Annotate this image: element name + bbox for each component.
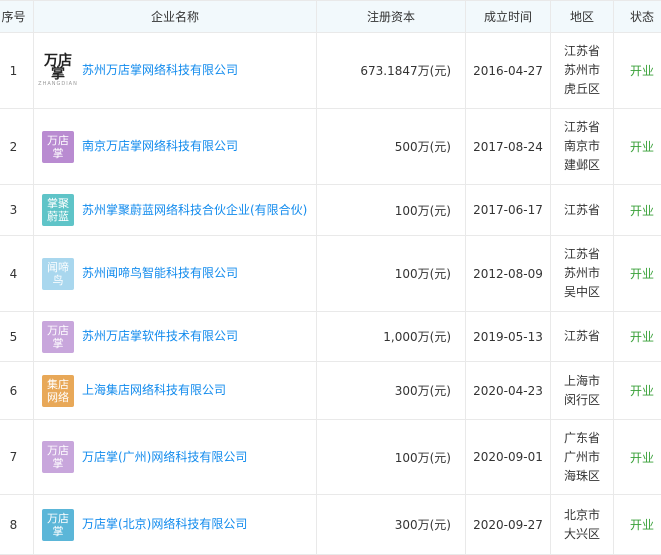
company-name-link[interactable]: 苏州万店掌网络科技有限公司 bbox=[82, 62, 246, 79]
logo-subtext: ZHANGDIAN bbox=[38, 81, 78, 87]
region-cell: 江苏省 bbox=[551, 312, 614, 362]
status-badge: 开业 bbox=[614, 420, 661, 495]
table-row: 1 万店掌ZHANGDIAN 苏州万店掌网络科技有限公司 673.1847万(元… bbox=[0, 33, 661, 109]
region-text: 北京市 大兴区 bbox=[551, 506, 613, 544]
status-badge: 开业 bbox=[614, 312, 661, 362]
logo-text: 万店 掌 bbox=[47, 444, 69, 470]
registered-capital: 100万(元) bbox=[317, 185, 466, 236]
logo-text: 万店掌 bbox=[42, 55, 74, 81]
status-badge: 开业 bbox=[614, 236, 661, 312]
company-logo[interactable]: 万店 掌 bbox=[42, 509, 74, 541]
table-row: 4 闻啼 鸟 苏州闻啼鸟智能科技有限公司 100万(元) 2012-08-09 … bbox=[0, 236, 661, 312]
registered-capital: 300万(元) bbox=[317, 495, 466, 555]
region-cell: 广东省 广州市 海珠区 bbox=[551, 420, 614, 495]
row-index: 8 bbox=[0, 495, 34, 555]
established-date: 2012-08-09 bbox=[466, 236, 551, 312]
company-cell: 万店 掌 万店掌(广州)网络科技有限公司 bbox=[34, 420, 317, 495]
company-name-link[interactable]: 苏州闻啼鸟智能科技有限公司 bbox=[82, 265, 246, 282]
established-date: 2020-09-27 bbox=[466, 495, 551, 555]
logo-text: 万店 掌 bbox=[47, 324, 69, 350]
established-date: 2019-05-13 bbox=[466, 312, 551, 362]
region-text: 江苏省 南京市 建邺区 bbox=[551, 118, 613, 175]
status-badge: 开业 bbox=[614, 362, 661, 420]
registered-capital: 673.1847万(元) bbox=[317, 33, 466, 109]
table-row: 5 万店 掌 苏州万店掌软件技术有限公司 1,000万(元) 2019-05-1… bbox=[0, 312, 661, 362]
established-date: 2016-04-27 bbox=[466, 33, 551, 109]
established-date: 2020-04-23 bbox=[466, 362, 551, 420]
table-header-row: 序号 企业名称 注册资本 成立时间 地区 状态 bbox=[0, 1, 661, 33]
region-cell: 江苏省 苏州市 吴中区 bbox=[551, 236, 614, 312]
company-logo[interactable]: 万店 掌 bbox=[42, 441, 74, 473]
status-badge: 开业 bbox=[614, 109, 661, 185]
established-date: 2020-09-01 bbox=[466, 420, 551, 495]
company-cell: 集店 网络 上海集店网络科技有限公司 bbox=[34, 362, 317, 420]
company-cell: 万店 掌 南京万店掌网络科技有限公司 bbox=[34, 109, 317, 185]
company-name-link[interactable]: 万店掌(北京)网络科技有限公司 bbox=[82, 516, 255, 533]
company-cell: 掌聚 蔚蓝 苏州掌聚蔚蓝网络科技合伙企业(有限合伙) bbox=[34, 185, 317, 236]
header-index: 序号 bbox=[0, 1, 34, 33]
company-table: 序号 企业名称 注册资本 成立时间 地区 状态 1 万店掌ZHANGDIAN 苏… bbox=[0, 0, 661, 555]
logo-text: 集店 网络 bbox=[47, 378, 69, 404]
header-region[interactable]: 地区 bbox=[551, 1, 614, 33]
registered-capital: 1,000万(元) bbox=[317, 312, 466, 362]
region-text: 广东省 广州市 海珠区 bbox=[551, 429, 613, 486]
established-date: 2017-06-17 bbox=[466, 185, 551, 236]
company-logo[interactable]: 闻啼 鸟 bbox=[42, 258, 74, 290]
logo-text: 掌聚 蔚蓝 bbox=[47, 197, 69, 223]
company-logo[interactable]: 集店 网络 bbox=[42, 375, 74, 407]
header-established-date[interactable]: 成立时间 bbox=[466, 1, 551, 33]
table-row: 6 集店 网络 上海集店网络科技有限公司 300万(元) 2020-04-23 … bbox=[0, 362, 661, 420]
company-name-link[interactable]: 万店掌(广州)网络科技有限公司 bbox=[82, 449, 255, 466]
region-text: 江苏省 苏州市 吴中区 bbox=[551, 245, 613, 302]
status-badge: 开业 bbox=[614, 185, 661, 236]
company-name-link[interactable]: 苏州掌聚蔚蓝网络科技合伙企业(有限合伙) bbox=[82, 202, 315, 219]
row-index: 5 bbox=[0, 312, 34, 362]
logo-text: 万店 掌 bbox=[47, 512, 69, 538]
row-index: 6 bbox=[0, 362, 34, 420]
table-row: 8 万店 掌 万店掌(北京)网络科技有限公司 300万(元) 2020-09-2… bbox=[0, 495, 661, 555]
logo-text: 闻啼 鸟 bbox=[47, 261, 69, 287]
company-cell: 万店 掌 万店掌(北京)网络科技有限公司 bbox=[34, 495, 317, 555]
established-date: 2017-08-24 bbox=[466, 109, 551, 185]
registered-capital: 300万(元) bbox=[317, 362, 466, 420]
row-index: 7 bbox=[0, 420, 34, 495]
region-cell: 江苏省 bbox=[551, 185, 614, 236]
region-cell: 江苏省 南京市 建邺区 bbox=[551, 109, 614, 185]
company-logo[interactable]: 万店 掌 bbox=[42, 321, 74, 353]
table-row: 7 万店 掌 万店掌(广州)网络科技有限公司 100万(元) 2020-09-0… bbox=[0, 420, 661, 495]
header-company-name[interactable]: 企业名称 bbox=[34, 1, 317, 33]
row-index: 4 bbox=[0, 236, 34, 312]
table-row: 2 万店 掌 南京万店掌网络科技有限公司 500万(元) 2017-08-24 … bbox=[0, 109, 661, 185]
company-cell: 闻啼 鸟 苏州闻啼鸟智能科技有限公司 bbox=[34, 236, 317, 312]
company-cell: 万店 掌 苏州万店掌软件技术有限公司 bbox=[34, 312, 317, 362]
company-name-link[interactable]: 南京万店掌网络科技有限公司 bbox=[82, 138, 246, 155]
region-cell: 上海市 闵行区 bbox=[551, 362, 614, 420]
status-badge: 开业 bbox=[614, 33, 661, 109]
header-status[interactable]: 状态 bbox=[614, 1, 661, 33]
header-registered-capital[interactable]: 注册资本 bbox=[317, 1, 466, 33]
region-text: 江苏省 bbox=[551, 201, 613, 220]
region-cell: 江苏省 苏州市 虎丘区 bbox=[551, 33, 614, 109]
row-index: 1 bbox=[0, 33, 34, 109]
row-index: 2 bbox=[0, 109, 34, 185]
registered-capital: 100万(元) bbox=[317, 236, 466, 312]
region-cell: 北京市 大兴区 bbox=[551, 495, 614, 555]
region-text: 江苏省 苏州市 虎丘区 bbox=[551, 42, 613, 99]
company-name-link[interactable]: 苏州万店掌软件技术有限公司 bbox=[82, 328, 246, 345]
company-name-link[interactable]: 上海集店网络科技有限公司 bbox=[82, 382, 234, 399]
logo-text: 万店 掌 bbox=[47, 134, 69, 160]
table-row: 3 掌聚 蔚蓝 苏州掌聚蔚蓝网络科技合伙企业(有限合伙) 100万(元) 201… bbox=[0, 185, 661, 236]
company-logo[interactable]: 掌聚 蔚蓝 bbox=[42, 194, 74, 226]
company-logo[interactable]: 万店掌ZHANGDIAN bbox=[42, 55, 74, 87]
row-index: 3 bbox=[0, 185, 34, 236]
registered-capital: 100万(元) bbox=[317, 420, 466, 495]
region-text: 江苏省 bbox=[551, 327, 613, 346]
status-badge: 开业 bbox=[614, 495, 661, 555]
company-cell: 万店掌ZHANGDIAN 苏州万店掌网络科技有限公司 bbox=[34, 33, 317, 109]
registered-capital: 500万(元) bbox=[317, 109, 466, 185]
company-logo[interactable]: 万店 掌 bbox=[42, 131, 74, 163]
region-text: 上海市 闵行区 bbox=[551, 372, 613, 410]
